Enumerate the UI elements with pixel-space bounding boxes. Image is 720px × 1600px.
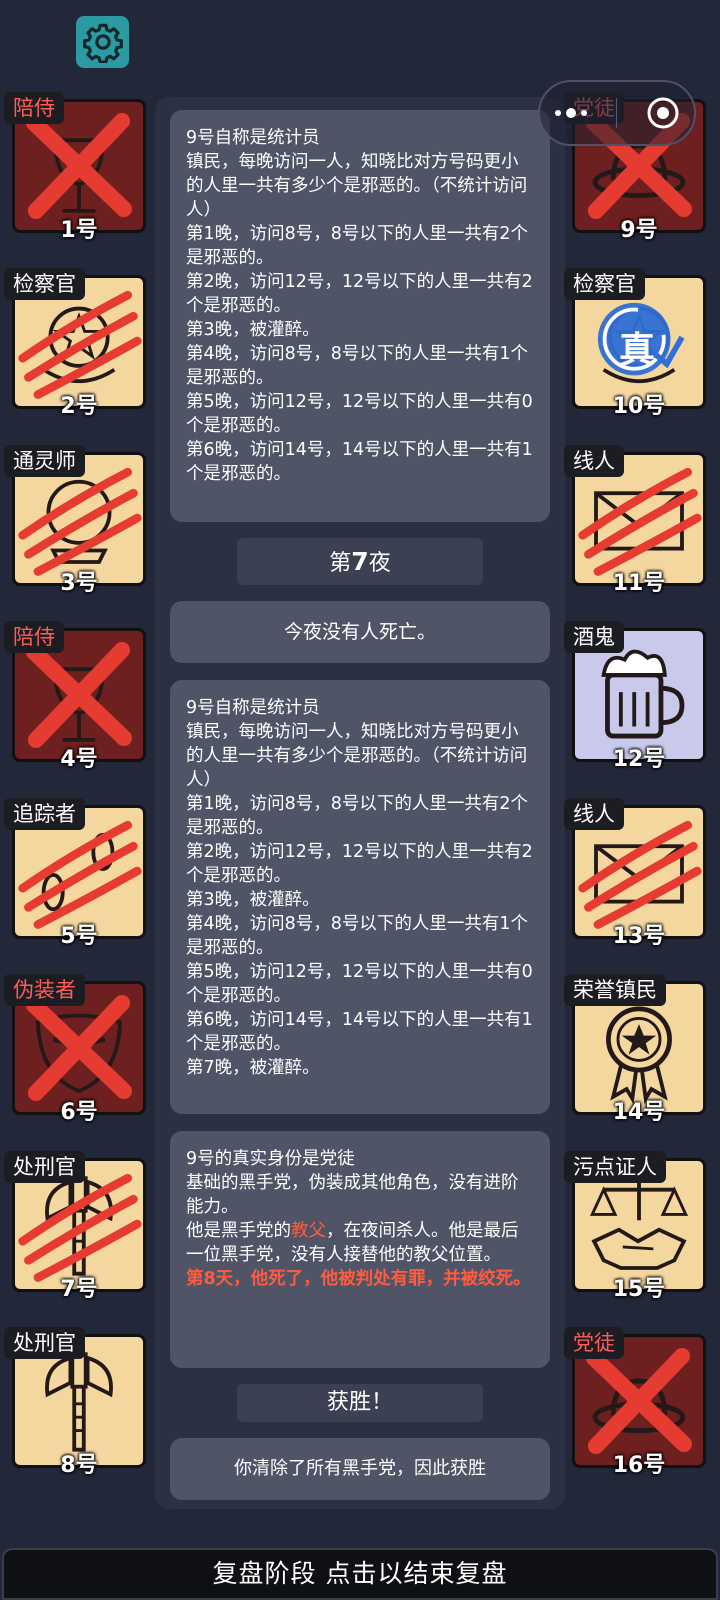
player-seat-3[interactable]: 通灵师 3号 [4,445,146,613]
close-target-icon[interactable] [646,96,680,130]
end-review-button[interactable]: 复盘阶段 点击以结束复盘 [2,1548,718,1600]
more-menu-button[interactable] [554,108,587,118]
seat-number: 1号 [60,218,98,243]
role-label: 污点证人 [564,1151,666,1183]
player-seat-12[interactable]: 酒鬼 12号 [564,621,706,789]
role-label: 检察官 [564,268,645,300]
victory-message: 你清除了所有黑手党，因此获胜 [170,1438,550,1500]
true-stamp: 真 [618,330,655,371]
no-death-message: 今夜没有人死亡。 [170,601,550,663]
mini-program-capsule [538,80,696,146]
capsule-divider [615,98,617,128]
night-title: 第7夜 [237,538,483,585]
seat-number: 5号 [60,924,98,949]
player-seat-15[interactable]: 污点证人 15号 [564,1151,706,1319]
night-title-prefix: 第 [329,551,352,576]
victory-title: 获胜！ [237,1384,483,1422]
victory-text: 你清除了所有黑手党，因此获胜 [234,1458,486,1479]
seat-number: 13号 [612,924,666,949]
seat-number: 10号 [612,394,666,419]
player-seat-2[interactable]: 检察官 2号 [4,268,146,436]
no-death-text: 今夜没有人死亡。 [283,621,436,643]
role-label: 通灵师 [4,445,85,477]
seat-number: 12号 [612,747,666,772]
player-seat-16[interactable]: 党徒 16号 [564,1327,706,1495]
player-seat-13[interactable]: 线人 13号 [564,798,706,966]
role-label: 伪装者 [4,974,85,1006]
role-label: 检察官 [4,268,85,300]
player-seat-10[interactable]: 真 检察官 10号 [564,268,706,436]
player-seat-8[interactable]: 处刑官 8号 [4,1327,146,1495]
role-label: 处刑官 [4,1327,85,1359]
role-label: 酒鬼 [564,621,624,653]
role-label: 处刑官 [4,1151,85,1183]
player-seat-14[interactable]: 荣誉镇民 14号 [564,974,706,1142]
role-label: 陪侍 [4,621,64,653]
gear-icon [82,23,123,63]
role-label: 荣誉镇民 [564,974,666,1006]
seat-number: 8号 [60,1453,98,1478]
player-seat-7[interactable]: 处刑官 7号 [4,1151,146,1319]
seat-number: 15号 [612,1277,666,1302]
role-label: 陪侍 [4,92,64,124]
night-number: 7 [351,547,369,576]
player-seat-1[interactable]: 陪侍 1号 [4,92,146,260]
reveal-text: 他是黑手党的 [186,1221,291,1241]
seat-number: 9号 [620,218,658,243]
role-label: 党徒 [564,1327,624,1359]
claim-message-2: 9号自称是统计员 镇民，每晚访问一人，知晓比对方号码更小的人里一共有多少个是邪恶… [170,680,550,1114]
role-label: 线人 [564,798,624,830]
claim-text: 9号自称是统计员 镇民，每晚访问一人，知晓比对方号码更小的人里一共有多少个是邪恶… [186,128,533,484]
seat-number: 14号 [612,1100,666,1125]
reveal-title: 9号的真实身份是党徒 [186,1149,355,1169]
role-label: 追踪者 [4,798,85,830]
player-seat-5[interactable]: 追踪者 5号 [4,798,146,966]
role-label: 线人 [564,445,624,477]
night-title-suffix: 夜 [368,551,391,576]
identity-reveal-message: 9号的真实身份是党徒 基础的黑手党，伪装成其他角色，没有进阶能力。 他是黑手党的… [170,1131,550,1368]
death-notice: 第8天，他死了，他被判处有罪，并被绞死。 [186,1269,531,1289]
claim-message-1: 9号自称是统计员 镇民，每晚访问一人，知晓比对方号码更小的人里一共有多少个是邪恶… [170,110,550,522]
settings-button[interactable] [76,16,129,68]
dot [580,110,587,116]
seat-number: 7号 [60,1277,98,1302]
godfather-keyword: 教父 [291,1221,326,1241]
claim-text: 9号自称是统计员 镇民，每晚访问一人，知晓比对方号码更小的人里一共有多少个是邪恶… [186,698,533,1078]
seat-number: 16号 [612,1453,666,1478]
reveal-godfather-line: 他是黑手党的教父，在夜间杀人。他是最后一位黑手党，没有人接替他的教父位置。 [186,1219,534,1267]
seat-number: 6号 [60,1100,98,1125]
player-seat-6[interactable]: 伪装者 6号 [4,974,146,1142]
player-seat-4[interactable]: 陪侍 4号 [4,621,146,789]
player-seat-11[interactable]: 线人 11号 [564,445,706,613]
reveal-role-desc: 基础的黑手党，伪装成其他角色，没有进阶能力。 [186,1173,519,1217]
dot [565,108,576,118]
seat-number: 11号 [612,571,666,596]
dot [554,110,561,116]
victory-title-text: 获胜！ [326,1390,393,1415]
seat-number: 3号 [60,571,98,596]
seat-number: 4号 [60,747,98,772]
seat-number: 2号 [60,394,98,419]
